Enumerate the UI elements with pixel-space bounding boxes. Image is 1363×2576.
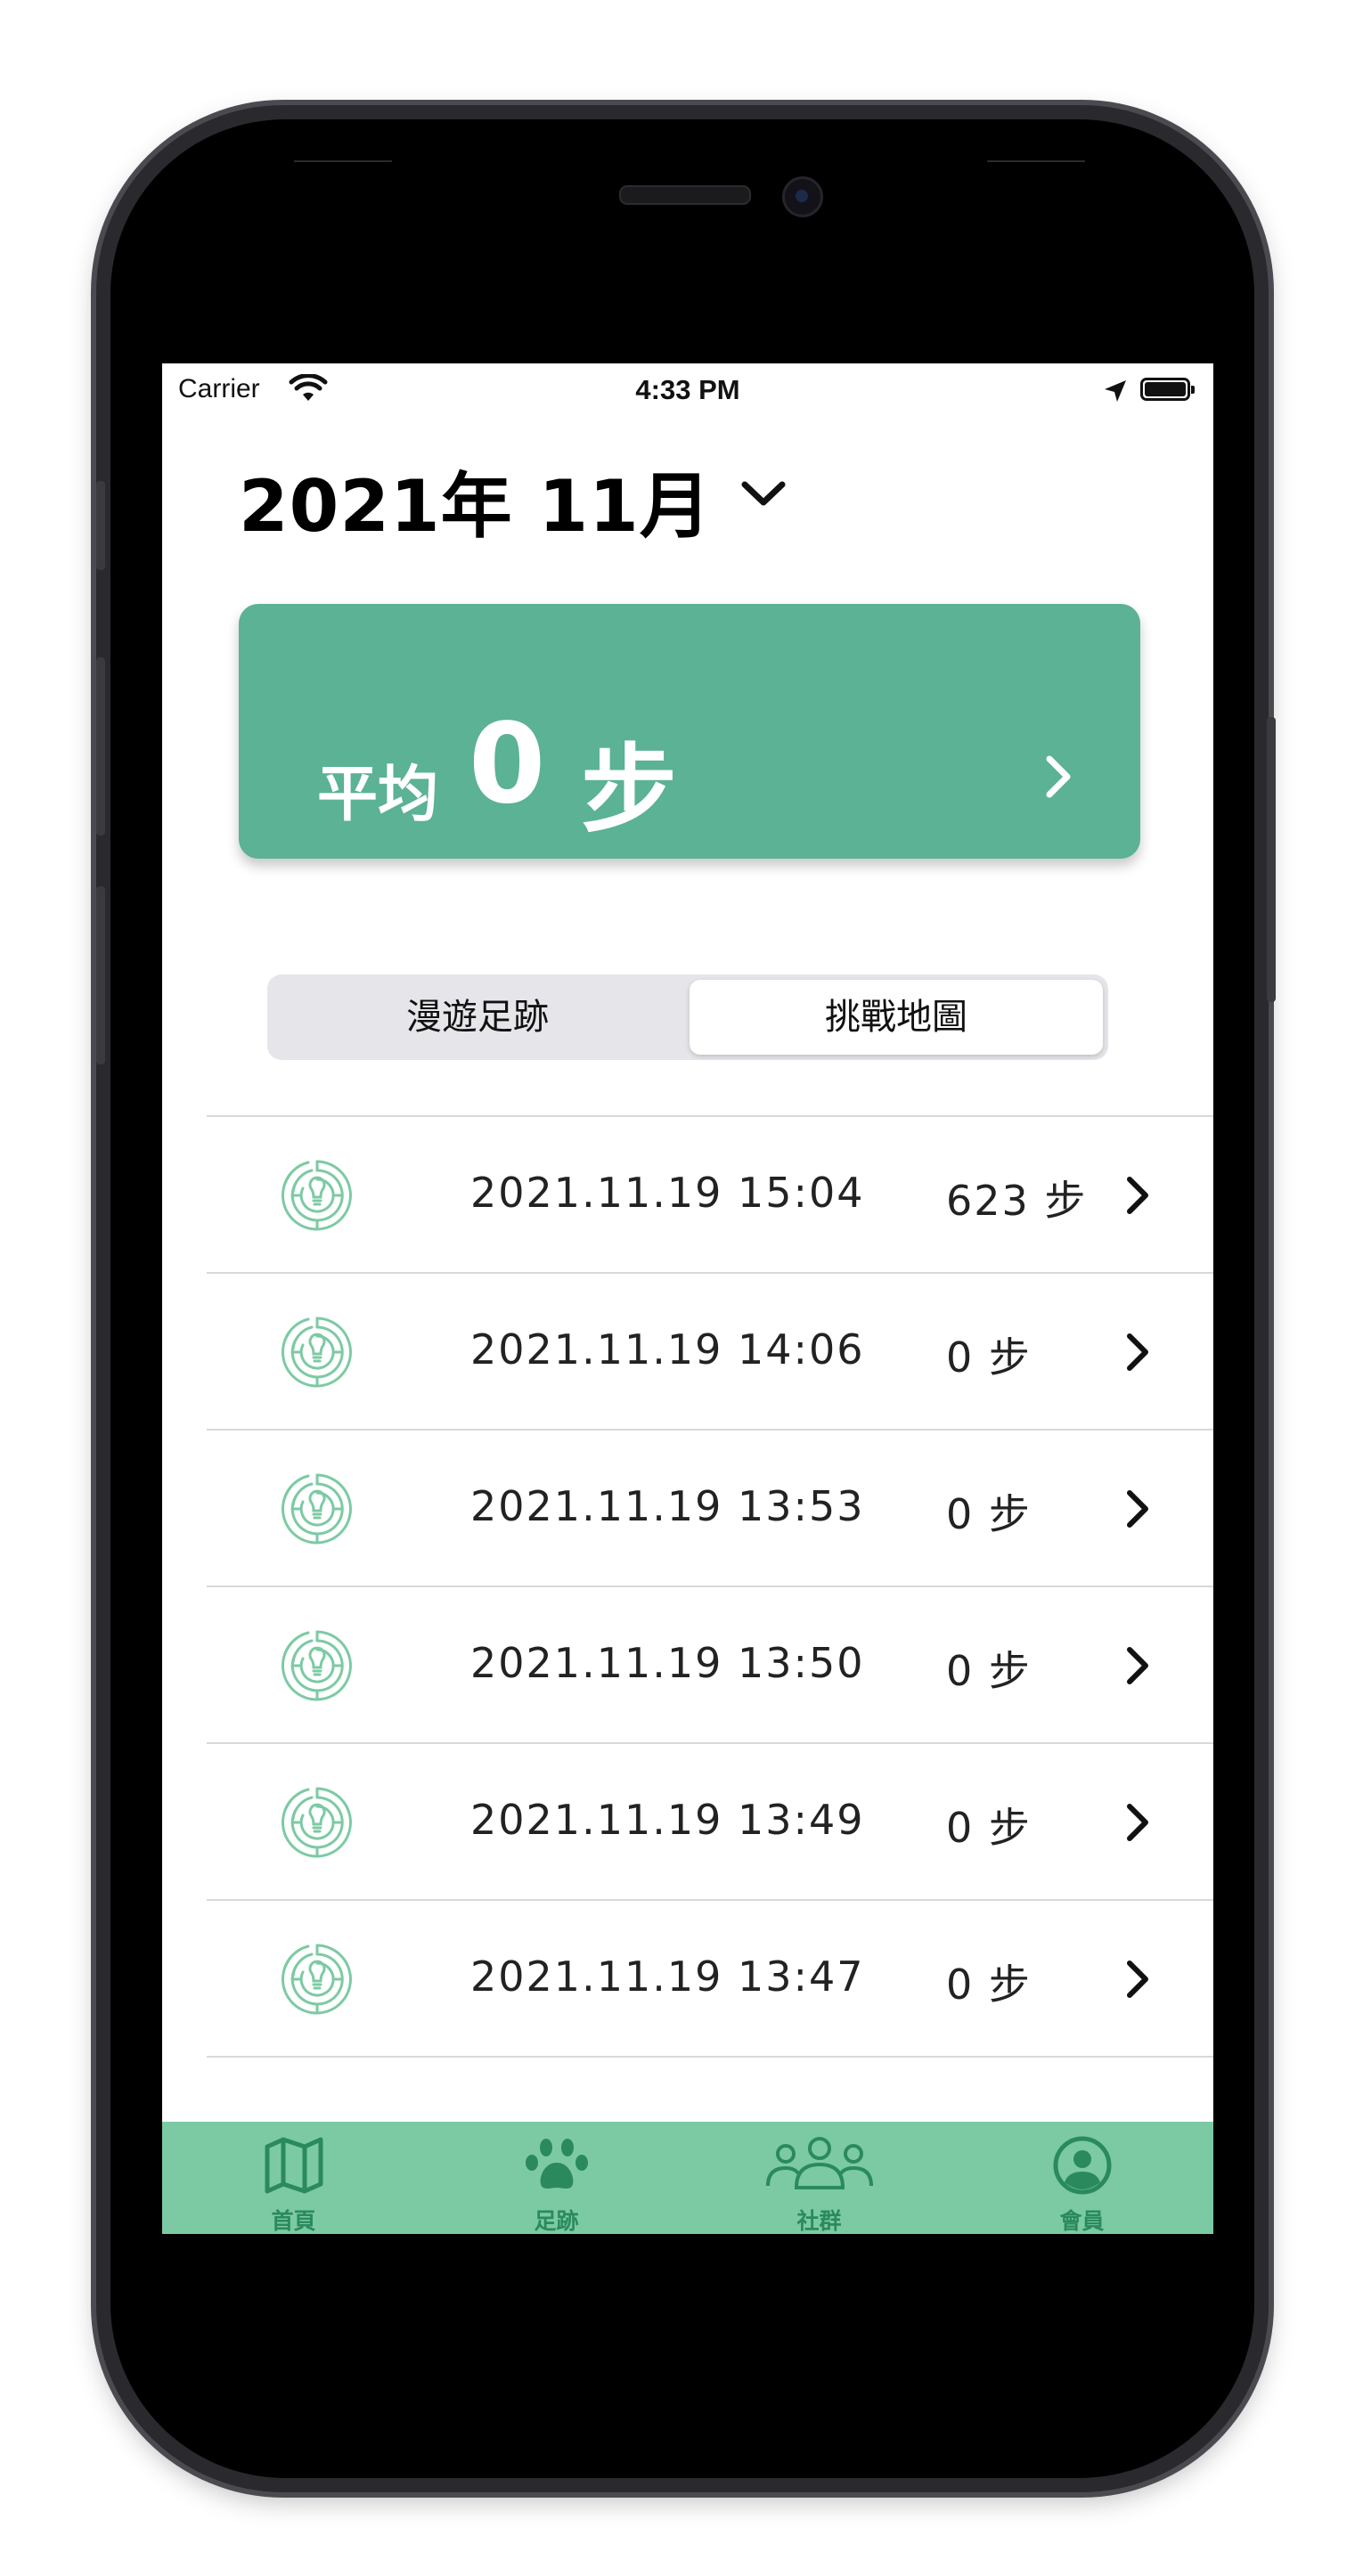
list-item[interactable]: 2021.11.19 13:47 0 步 [207,1899,1213,2058]
profile-icon [1053,2136,1111,2195]
app-screen: Carrier 4:33 PM 2021年 11月 平均 0 步 漫遊足跡 挑戰… [162,363,1213,2234]
tab-label: 社群 [796,2208,842,2234]
record-datetime: 2021.11.19 13:50 [470,1639,865,1687]
paw-icon [525,2139,588,2189]
record-steps: 0 步 [946,1490,1032,1538]
list-item[interactable]: 2021.11.19 13:49 0 步 [207,1742,1213,1899]
average-label: 平均 [317,760,439,830]
tab-bar: 首頁 足跡 社群 會員 [162,2122,1213,2234]
record-steps: 0 步 [946,1647,1032,1695]
maze-bulb-icon [281,1160,352,1231]
record-steps: 0 步 [946,1804,1032,1852]
record-datetime: 2021.11.19 15:04 [470,1169,865,1217]
chevron-down-icon[interactable] [732,467,795,520]
map-icon [265,2137,322,2194]
record-datetime: 2021.11.19 13:53 [470,1482,865,1530]
average-steps-card[interactable]: 平均 0 步 [239,604,1140,859]
chevron-right-icon [1046,755,1071,798]
volume-up-button [96,657,105,836]
tab-label: 首頁 [271,2208,316,2234]
list-item[interactable]: 2021.11.19 14:06 0 步 [207,1272,1213,1429]
record-datetime: 2021.11.19 13:47 [470,1952,865,2001]
tab-label: 會員 [1059,2208,1105,2234]
maze-bulb-icon [281,1317,352,1388]
battery-icon [1140,378,1195,401]
maze-bulb-icon [281,1787,352,1858]
power-button [1267,717,1276,1002]
tab-label: 足跡 [534,2208,579,2234]
record-datetime: 2021.11.19 13:49 [470,1796,865,1844]
status-bar: Carrier 4:33 PM [162,363,1213,417]
clock: 4:33 PM [635,374,740,405]
record-steps: 0 步 [946,1961,1032,2009]
chevron-right-icon [1127,1490,1148,1528]
list-item[interactable]: 2021.11.19 13:53 0 步 [207,1429,1213,1586]
average-unit: 步 [581,735,678,846]
chevron-right-icon [1127,1333,1148,1371]
tab-home[interactable]: 首頁 [162,2122,425,2234]
chevron-right-icon [1127,1647,1148,1684]
record-steps: 623 步 [946,1177,1088,1225]
segmented-control: 漫遊足跡 挑戰地圖 [267,974,1108,1060]
mute-switch [96,481,105,570]
month-title[interactable]: 2021年 11月 [239,449,712,552]
antenna-line [294,160,392,162]
tab-community[interactable]: 社群 [688,2122,951,2234]
maze-bulb-icon [281,1944,352,2015]
chevron-right-icon [1127,1804,1148,1841]
front-camera [782,176,823,217]
record-list: 2021.11.19 15:04 623 步 2021.11.19 14:06 … [207,1115,1213,2058]
tab-footprints[interactable]: 足跡 [425,2122,688,2234]
location-arrow-icon [1105,380,1126,402]
segment-wander-footprints[interactable]: 漫遊足跡 [267,974,688,1060]
maze-bulb-icon [281,1473,352,1545]
tab-member[interactable]: 會員 [951,2122,1213,2234]
maze-bulb-icon [281,1630,352,1701]
segment-challenge-map[interactable]: 挑戰地圖 [690,980,1103,1055]
volume-down-button [96,886,105,1064]
average-value: 0 [469,700,546,828]
list-item[interactable]: 2021.11.19 13:50 0 步 [207,1586,1213,1742]
group-icon [765,2137,873,2189]
earpiece-speaker [619,185,751,205]
chevron-right-icon [1127,1177,1148,1214]
record-steps: 0 步 [946,1333,1032,1382]
antenna-line [987,160,1085,162]
record-datetime: 2021.11.19 14:06 [470,1325,865,1374]
chevron-right-icon [1127,1961,1148,1998]
list-item[interactable]: 2021.11.19 15:04 623 步 [207,1115,1213,1272]
